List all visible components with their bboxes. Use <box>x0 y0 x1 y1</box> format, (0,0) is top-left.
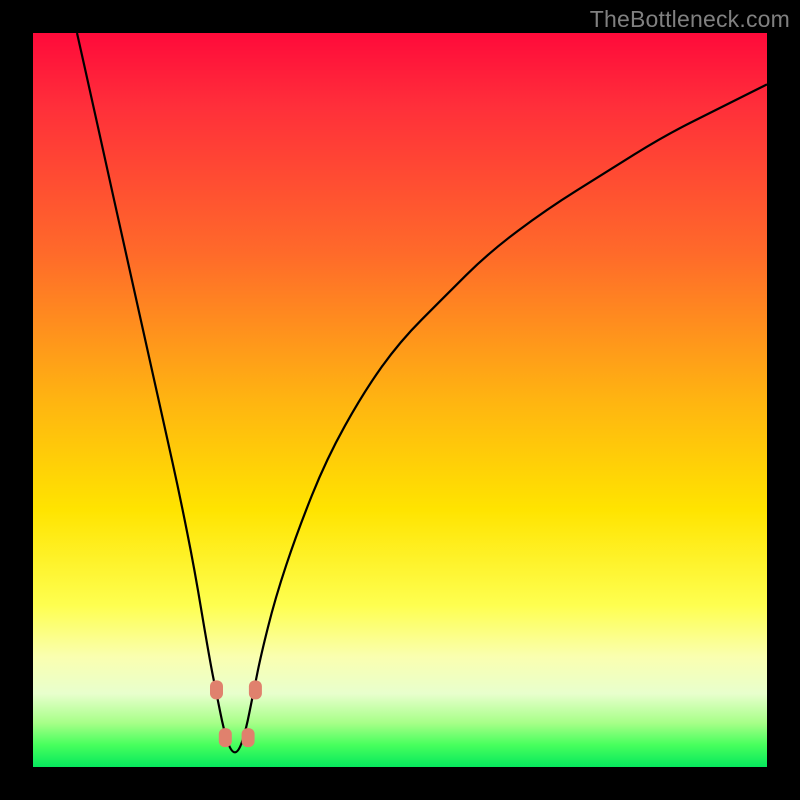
bottleneck-curve <box>77 33 767 752</box>
curve-marker <box>249 680 262 699</box>
plot-area <box>33 33 767 767</box>
curve-markers <box>210 680 262 747</box>
curve-svg <box>33 33 767 767</box>
curve-marker <box>210 680 223 699</box>
curve-marker <box>242 728 255 747</box>
curve-marker <box>219 728 232 747</box>
watermark-text: TheBottleneck.com <box>590 6 790 33</box>
chart-frame: TheBottleneck.com <box>0 0 800 800</box>
